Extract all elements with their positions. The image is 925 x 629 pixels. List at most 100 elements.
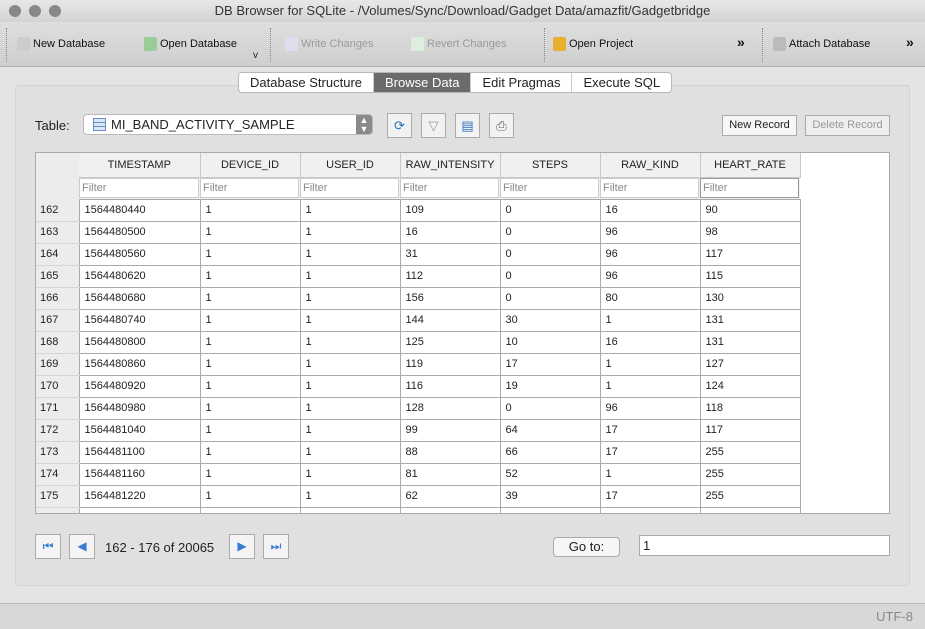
table-cell[interactable]: 66 — [499, 440, 601, 464]
table-cell[interactable]: 1564480980 — [78, 396, 201, 420]
table-cell[interactable]: 90 — [699, 198, 801, 222]
table-cell[interactable]: 1 — [299, 462, 401, 486]
table-cell[interactable]: 112 — [399, 264, 501, 288]
table-cell[interactable]: 0 — [499, 220, 601, 244]
revert-changes-button[interactable]: Revert Changes — [411, 37, 507, 51]
table-cell[interactable]: 255 — [699, 484, 801, 508]
table-cell[interactable]: 1564480920 — [78, 374, 201, 398]
table-cell[interactable]: 19 — [499, 374, 601, 398]
table-row[interactable]: 165 1564480620 1 1 112 0 96 115 — [36, 264, 801, 288]
table-cell[interactable]: 1 — [199, 352, 301, 376]
table-cell[interactable]: 1564480860 — [78, 352, 201, 376]
column-header[interactable]: RAW_KIND — [600, 153, 701, 178]
open-database-button[interactable]: Open Database — [144, 37, 237, 51]
table-cell[interactable]: 1 — [199, 198, 301, 222]
filter-user-id[interactable]: Filter — [300, 178, 399, 198]
table-cell[interactable]: 115 — [699, 264, 801, 288]
table-cell[interactable]: 1564480740 — [78, 308, 201, 332]
new-database-button[interactable]: New Database — [17, 37, 105, 51]
table-cell[interactable]: 96 — [599, 396, 701, 420]
tab-browse-data[interactable]: Browse Data — [374, 73, 472, 92]
table-row[interactable]: 162 1564480440 1 1 109 0 16 90 — [36, 198, 801, 222]
clear-filters-button[interactable]: ▽ — [421, 113, 446, 138]
table-cell[interactable]: 17 — [599, 418, 701, 442]
table-cell[interactable]: 1 — [299, 242, 401, 266]
column-header[interactable]: STEPS — [500, 153, 601, 178]
table-cell[interactable]: 1564480500 — [78, 220, 201, 244]
table-row[interactable]: 166 1564480680 1 1 156 0 80 130 — [36, 286, 801, 310]
write-changes-button[interactable]: Write Changes — [285, 37, 374, 51]
table-cell[interactable]: 1 — [199, 462, 301, 486]
table-cell[interactable]: 1 — [199, 484, 301, 508]
table-cell[interactable]: 255 — [699, 440, 801, 464]
table-cell[interactable]: 1 — [199, 374, 301, 398]
table-cell[interactable]: 88 — [399, 440, 501, 464]
table-cell[interactable]: 130 — [699, 286, 801, 310]
goto-button[interactable]: Go to: — [553, 537, 620, 557]
toolbar-overflow-button[interactable]: » — [737, 34, 745, 50]
chevron-down-icon[interactable]: v — [253, 50, 258, 61]
table-cell[interactable]: 1 — [299, 352, 401, 376]
table-cell[interactable]: 1 — [299, 440, 401, 464]
table-cell[interactable]: 1 — [199, 308, 301, 332]
table-cell[interactable]: 17 — [599, 440, 701, 464]
table-cell[interactable]: 16 — [599, 198, 701, 222]
table-cell[interactable]: 1 — [199, 286, 301, 310]
table-cell[interactable]: 96 — [599, 242, 701, 266]
table-cell[interactable]: 1 — [599, 308, 701, 332]
table-cell[interactable]: 1 — [599, 462, 701, 486]
goto-input[interactable]: 1 — [639, 535, 890, 556]
table-row[interactable]: 171 1564480980 1 1 128 0 96 118 — [36, 396, 801, 420]
table-cell[interactable]: 255 — [699, 462, 801, 486]
table-cell[interactable]: 31 — [399, 242, 501, 266]
table-cell[interactable]: 1564480620 — [78, 264, 201, 288]
first-page-button[interactable]: ⏮ — [35, 534, 61, 559]
zoom-window-button[interactable] — [49, 5, 61, 17]
tab-edit-pragmas[interactable]: Edit Pragmas — [471, 73, 573, 92]
table-cell[interactable]: 0 — [499, 242, 601, 266]
table-cell[interactable]: 96 — [599, 264, 701, 288]
table-cell[interactable]: 39 — [499, 484, 601, 508]
table-cell[interactable]: 117 — [699, 418, 801, 442]
toolbar-overflow-button-2[interactable]: » — [906, 34, 914, 50]
table-cell[interactable]: 1564481040 — [78, 418, 201, 442]
table-cell[interactable]: 1 — [299, 286, 401, 310]
filter-raw-intensity[interactable]: Filter — [400, 178, 499, 198]
table-cell[interactable]: 0 — [499, 198, 601, 222]
table-cell[interactable]: 1 — [199, 264, 301, 288]
table-row-partial[interactable] — [36, 506, 801, 513]
table-cell[interactable]: 156 — [399, 286, 501, 310]
table-cell[interactable]: 1 — [199, 220, 301, 244]
table-cell[interactable]: 17 — [599, 484, 701, 508]
table-cell[interactable]: 0 — [499, 396, 601, 420]
filter-device-id[interactable]: Filter — [200, 178, 299, 198]
close-window-button[interactable] — [9, 5, 21, 17]
column-header[interactable]: TIMESTAMP — [79, 153, 201, 178]
table-cell[interactable]: 0 — [499, 264, 601, 288]
column-header[interactable]: HEART_RATE — [700, 153, 801, 178]
table-cell[interactable]: 64 — [499, 418, 601, 442]
table-cell[interactable]: 125 — [399, 330, 501, 354]
table-cell[interactable]: 1 — [299, 396, 401, 420]
next-page-button[interactable]: ▶ — [229, 534, 255, 559]
attach-database-button[interactable]: Attach Database — [773, 37, 870, 51]
table-cell[interactable]: 1564481220 — [78, 484, 201, 508]
filter-timestamp[interactable]: Filter — [79, 178, 199, 198]
refresh-button[interactable]: ⟳ — [387, 113, 412, 138]
tab-execute-sql[interactable]: Execute SQL — [572, 73, 671, 92]
table-row[interactable]: 164 1564480560 1 1 31 0 96 117 — [36, 242, 801, 266]
table-row[interactable]: 172 1564481040 1 1 99 64 17 117 — [36, 418, 801, 442]
column-header[interactable]: USER_ID — [300, 153, 401, 178]
table-cell[interactable]: 80 — [599, 286, 701, 310]
delete-record-button[interactable]: Delete Record — [805, 115, 890, 136]
table-cell[interactable]: 109 — [399, 198, 501, 222]
table-cell[interactable]: 16 — [399, 220, 501, 244]
table-cell[interactable]: 1 — [599, 374, 701, 398]
table-row[interactable]: 169 1564480860 1 1 119 17 1 127 — [36, 352, 801, 376]
table-cell[interactable]: 1 — [599, 352, 701, 376]
table-cell[interactable]: 1 — [299, 374, 401, 398]
column-header[interactable]: DEVICE_ID — [200, 153, 301, 178]
table-cell[interactable]: 99 — [399, 418, 501, 442]
table-cell[interactable]: 116 — [399, 374, 501, 398]
table-row[interactable]: 167 1564480740 1 1 144 30 1 131 — [36, 308, 801, 332]
